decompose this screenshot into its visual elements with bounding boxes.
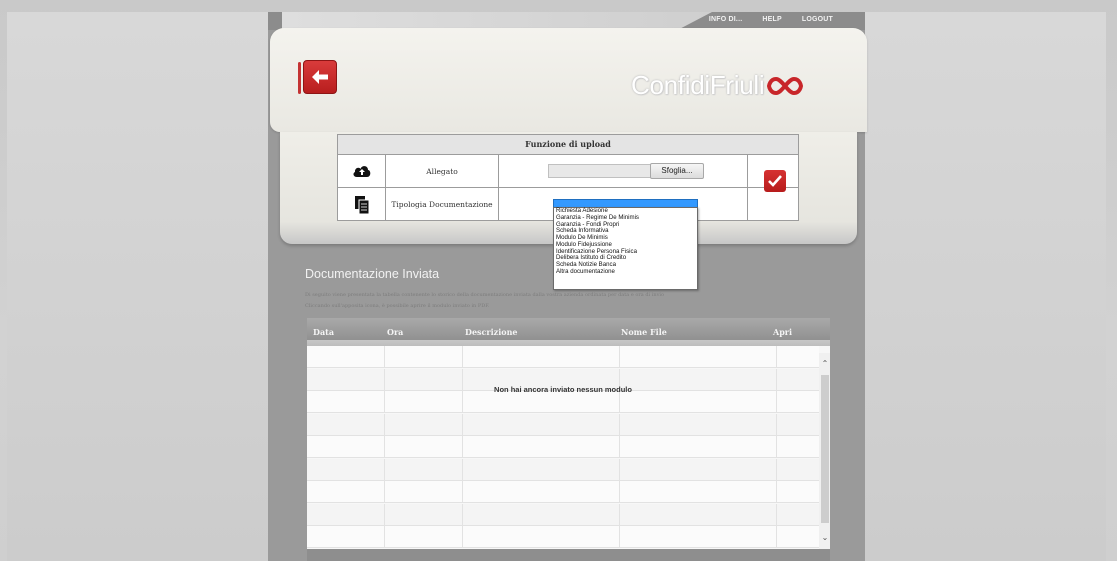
- table-cell: [385, 436, 463, 457]
- table-cell: [463, 526, 620, 547]
- table-row: [307, 526, 819, 548]
- documents-description-line: Di seguito viene presentata la tabella c…: [305, 292, 664, 298]
- documents-table-header: Data Ora Descrizione Nome File Apri: [307, 318, 830, 346]
- column-header-nome-file: Nome File: [621, 327, 667, 337]
- back-button-edge: [298, 62, 301, 94]
- table-cell: [385, 458, 463, 480]
- scroll-down-icon[interactable]: ⌄: [820, 533, 830, 543]
- documents-table-footer: [307, 549, 830, 561]
- table-row: [307, 391, 819, 413]
- table-cell: [620, 391, 777, 412]
- infinity-loop-icon: [767, 76, 804, 95]
- documents-description-line: Cliccando sull'apposita icona, è possibi…: [305, 303, 490, 309]
- dropdown-option[interactable]: Altra documentazione: [554, 268, 697, 276]
- nav-link-help[interactable]: HELP: [762, 16, 781, 23]
- table-cell: [307, 503, 385, 525]
- table-cell: [463, 436, 620, 457]
- table-cell: [307, 413, 385, 435]
- table-cell: [385, 526, 463, 547]
- nav-link-logout[interactable]: LOGOUT: [802, 16, 833, 23]
- scroll-up-icon[interactable]: ⌃: [820, 359, 830, 369]
- browse-button[interactable]: Sfoglia...: [650, 163, 704, 179]
- arrow-left-icon: [312, 70, 328, 84]
- logo: ConfidiFriuli: [631, 70, 804, 101]
- table-cell: [620, 458, 777, 480]
- table-row: [307, 503, 819, 526]
- table-cell: [307, 526, 385, 547]
- table-cell: [463, 458, 620, 480]
- table-cell: [307, 346, 385, 367]
- table-cell: [620, 503, 777, 525]
- back-button[interactable]: [303, 60, 337, 94]
- table-cell: [620, 436, 777, 457]
- column-header-ora: Ora: [387, 327, 404, 337]
- column-header-data: Data: [313, 327, 334, 337]
- column-header-apri: Apri: [773, 327, 793, 337]
- table-cell: [620, 413, 777, 435]
- top-nav-links: INFO DI... HELP LOGOUT: [709, 16, 833, 23]
- confirm-upload-button[interactable]: [764, 170, 786, 192]
- table-cell: [620, 526, 777, 547]
- documents-table-body: Non hai ancora inviato nessun modulo: [307, 346, 819, 551]
- table-cell: [463, 481, 620, 502]
- document-type-dropdown: Richiesta Adesione Garanzia - Regime De …: [553, 207, 698, 290]
- checkmark-icon: [768, 175, 782, 187]
- documents-description: Di seguito viene presentata la tabella c…: [305, 290, 825, 312]
- table-row: [307, 413, 819, 436]
- table-row: [307, 436, 819, 458]
- table-cell: [307, 481, 385, 502]
- table-cell: [463, 413, 620, 435]
- table-scrollbar[interactable]: ⌃ ⌄: [819, 353, 830, 549]
- table-cell: [620, 481, 777, 502]
- table-cell: [307, 458, 385, 480]
- table-cell: [307, 436, 385, 457]
- nav-link-info[interactable]: INFO DI...: [709, 16, 743, 23]
- table-row: [307, 346, 819, 368]
- scrollbar-thumb[interactable]: [821, 375, 829, 523]
- table-cell: [385, 503, 463, 525]
- documents-title: Documentazione Inviata: [305, 267, 440, 281]
- allegato-label: Allegato: [386, 155, 499, 187]
- column-header-descrizione: Descrizione: [465, 327, 518, 337]
- table-cell: [463, 391, 620, 412]
- logo-text: ConfidiFriuli: [631, 70, 765, 100]
- table-row: [307, 458, 819, 481]
- tipologia-label: Tipologia Documentazione: [386, 188, 499, 221]
- table-cell: [463, 503, 620, 525]
- table-row: [307, 481, 819, 503]
- cloud-upload-icon: [352, 166, 370, 177]
- table-cell: [620, 346, 777, 367]
- table-cell: [385, 481, 463, 502]
- document-copy-icon: [354, 195, 369, 214]
- table-cell: [307, 391, 385, 412]
- table-cell: [385, 391, 463, 412]
- documents-table: Data Ora Descrizione Nome File Apri Non …: [307, 318, 830, 561]
- empty-message: Non hai ancora inviato nessun modulo: [494, 385, 632, 394]
- upload-title: Funzione di upload: [338, 135, 798, 155]
- table-cell: [385, 413, 463, 435]
- table-cell: [463, 346, 620, 367]
- table-cell: [385, 346, 463, 367]
